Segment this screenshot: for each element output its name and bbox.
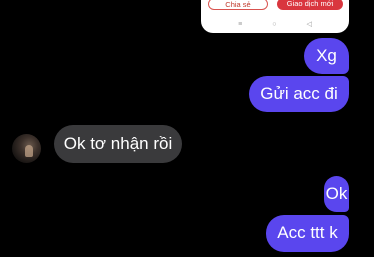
contact-avatar[interactable]	[12, 134, 41, 163]
sent-message-bubble[interactable]: Ok	[324, 176, 349, 212]
new-transaction-button[interactable]: Giao dịch mới	[277, 0, 343, 10]
share-button[interactable]: Chia sẻ	[208, 0, 268, 10]
avatar-photo	[25, 145, 33, 157]
home-icon: ○	[272, 21, 277, 28]
android-nav-bar: ≡ ○ ◁	[201, 20, 349, 30]
back-icon: ◁	[306, 21, 312, 28]
sent-message-bubble[interactable]: Acc ttt k	[266, 215, 349, 252]
received-message-bubble[interactable]: Ok tơ nhận rồi	[54, 125, 182, 163]
shared-screenshot-card[interactable]: Chia sẻ Giao dịch mới ≡ ○ ◁	[201, 0, 349, 33]
recent-apps-icon: ≡	[238, 21, 243, 28]
sent-message-bubble[interactable]: Gửi acc đi	[249, 76, 349, 112]
sent-message-bubble[interactable]: Xg	[304, 38, 349, 74]
